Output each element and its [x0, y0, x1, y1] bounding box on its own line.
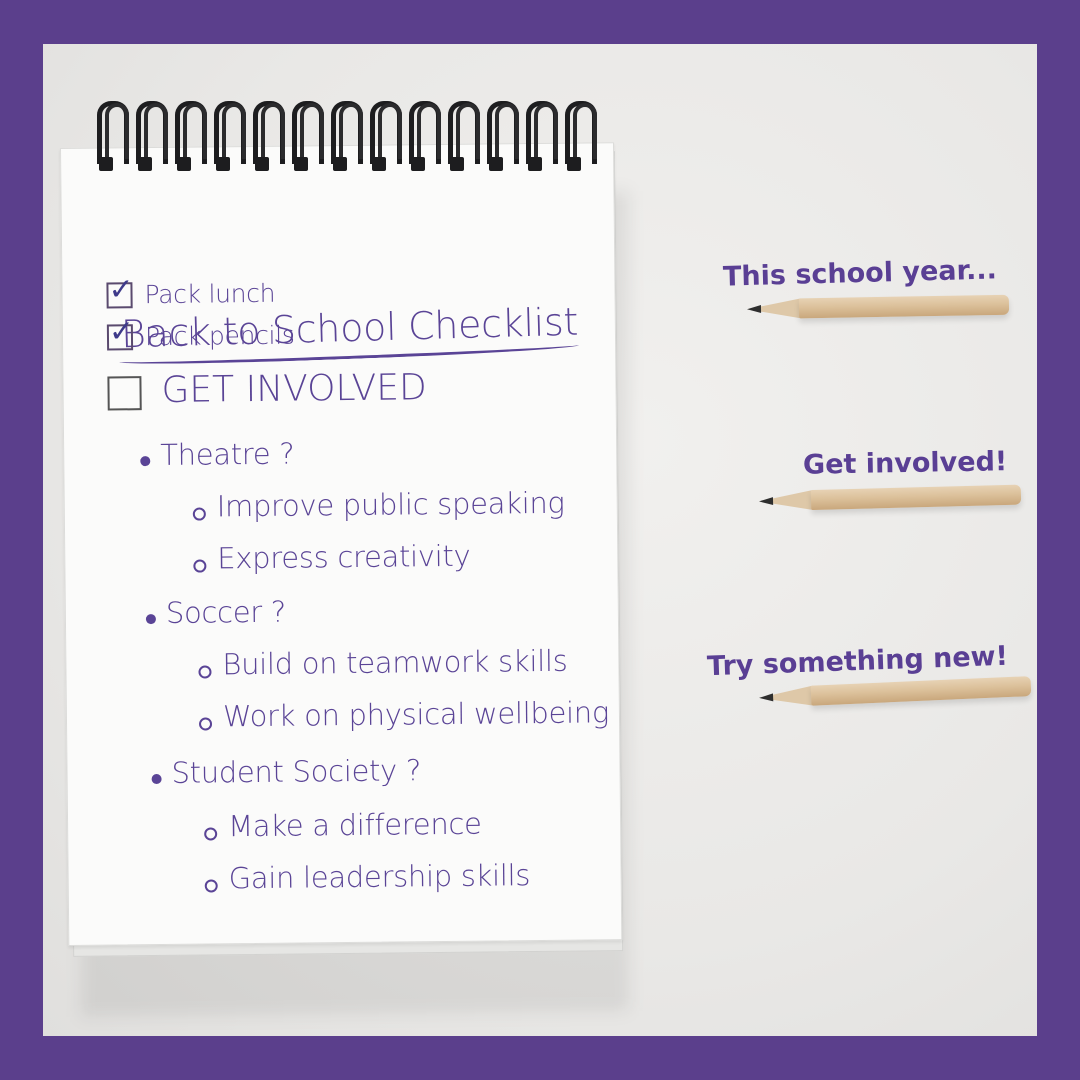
circle-bullet-icon: [204, 827, 218, 841]
sub-item: Work on physical wellbeing: [222, 695, 610, 734]
get-involved-heading: GET INVOLVED: [161, 367, 427, 411]
sub-item: Express creativity: [217, 538, 471, 576]
spiral-ring-icon: [524, 101, 558, 173]
pencil-icon: [758, 676, 1032, 708]
spiral-ring-icon: [329, 101, 363, 173]
notepad: Back to School Checklist ✓ Pack lunch ✓ …: [60, 142, 623, 946]
circle-bullet-icon: [192, 507, 206, 521]
checkbox-icon: [107, 376, 142, 411]
group-label-student-society: Student Society ?: [171, 753, 422, 790]
checkmark-icon: ✓: [108, 314, 135, 350]
group-label-soccer: Soccer ?: [165, 594, 287, 630]
purple-frame: Back to School Checklist ✓ Pack lunch ✓ …: [0, 0, 1080, 1080]
spiral-ring-icon: [173, 101, 207, 173]
circle-bullet-icon: [198, 665, 212, 679]
spiral-binding: [95, 101, 597, 179]
caption-try-something-new: Try something new!: [706, 640, 1009, 683]
spiral-ring-icon: [485, 101, 519, 173]
spiral-ring-icon: [212, 101, 246, 173]
sub-item: Build on teamwork skills: [222, 643, 568, 682]
spiral-ring-icon: [407, 101, 441, 173]
checkmark-icon: ✓: [108, 272, 134, 308]
spiral-ring-icon: [251, 101, 285, 173]
checklist-item-label: Pack lunch: [144, 278, 276, 310]
spiral-ring-icon: [446, 101, 480, 173]
checklist-item-label: Pack pencils: [144, 320, 295, 352]
sub-item: Make a difference: [227, 806, 482, 844]
group-label-theatre: Theatre ?: [160, 436, 295, 472]
pencil-icon: [758, 484, 1022, 512]
circle-bullet-icon: [198, 717, 213, 731]
sub-item: Improve public speaking: [216, 485, 565, 524]
sub-item: Gain leadership skills: [228, 858, 531, 896]
circle-bullet-icon: [204, 879, 218, 893]
bullet-icon: [151, 773, 162, 785]
spiral-ring-icon: [290, 101, 324, 173]
spiral-ring-icon: [95, 101, 129, 173]
circle-bullet-icon: [193, 559, 207, 573]
photo-background: Back to School Checklist ✓ Pack lunch ✓ …: [43, 44, 1037, 1036]
caption-get-involved: Get involved!: [802, 446, 1008, 481]
caption-this-school-year: This school year...: [722, 254, 998, 293]
spiral-ring-icon: [368, 101, 402, 173]
pencil-icon: [746, 294, 1010, 320]
spiral-ring-icon: [563, 101, 597, 173]
spiral-ring-icon: [134, 101, 168, 173]
bullet-icon: [145, 614, 156, 625]
bullet-icon: [140, 456, 151, 467]
